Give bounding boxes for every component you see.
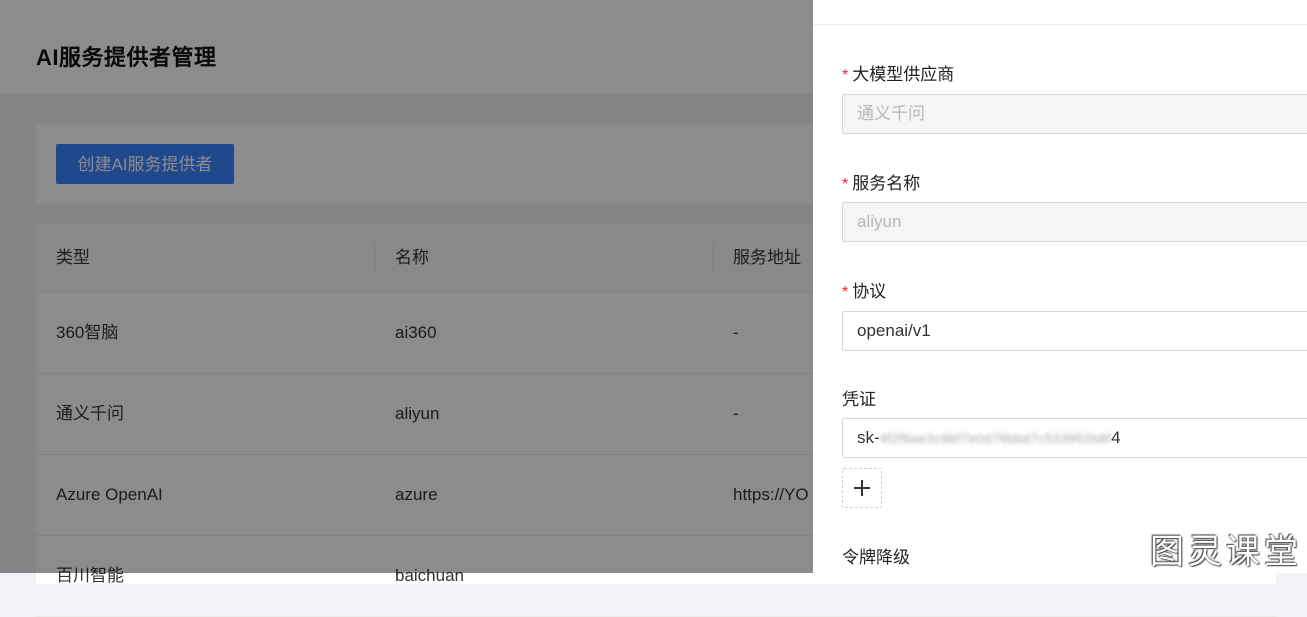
credential-masked: 4f2f6ae3c9bf7e0d76bbd7c533952b8f (879, 431, 1112, 446)
credential-input[interactable]: sk-4f2f6ae3c9bf7e0d76bbd7c533952b8f4 (842, 418, 1307, 458)
drawer-header-divider (813, 24, 1307, 25)
protocol-label-text: 协议 (852, 282, 887, 301)
required-mark: * (842, 284, 849, 301)
service-name-label-text: 服务名称 (852, 174, 921, 193)
service-name-input[interactable]: aliyun (842, 202, 1307, 242)
service-name-value: aliyun (857, 212, 902, 231)
provider-label: * 大模型供应商 (842, 60, 954, 85)
service-name-label: * 服务名称 (842, 169, 920, 194)
credential-prefix: sk- (857, 428, 880, 447)
protocol-select[interactable]: openai/v1 (842, 311, 1307, 351)
token-downgrade-label-text: 令牌降级 (842, 548, 910, 567)
credential-label-text: 凭证 (842, 390, 876, 409)
required-mark: * (842, 67, 849, 84)
provider-select[interactable]: 通义千问 (842, 94, 1307, 134)
protocol-label: * 协议 (842, 277, 886, 302)
credential-suffix: 4 (1111, 428, 1121, 447)
modal-mask[interactable] (0, 0, 813, 573)
token-downgrade-label: 令牌降级 (842, 543, 910, 568)
edit-provider-drawer: * 大模型供应商 通义千问 * 服务名称 aliyun * 协议 openai/v1 … (813, 0, 1307, 573)
plus-icon (854, 480, 870, 496)
credential-label: 凭证 (842, 385, 876, 410)
provider-label-text: 大模型供应商 (852, 65, 955, 84)
watermark: 图灵课堂 (1150, 532, 1302, 572)
provider-value: 通义千问 (857, 104, 925, 123)
add-credential-button[interactable] (842, 468, 882, 508)
required-mark: * (842, 176, 849, 193)
protocol-value: openai/v1 (857, 321, 931, 340)
